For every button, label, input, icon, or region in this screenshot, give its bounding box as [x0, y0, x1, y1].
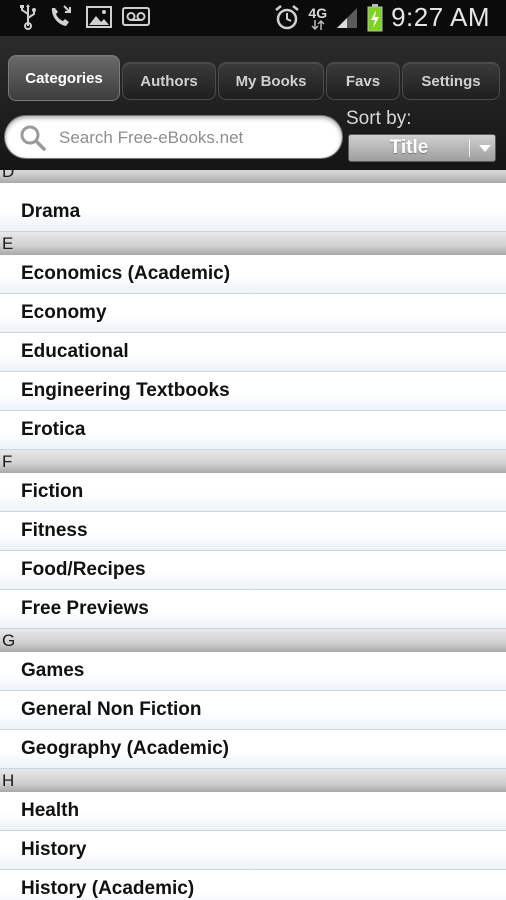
- alarm-icon: [274, 4, 300, 32]
- section-header: H: [0, 769, 506, 792]
- gallery-icon: [86, 4, 112, 30]
- tab-favs[interactable]: Favs: [326, 62, 400, 100]
- list-item[interactable]: Economics (Academic): [0, 255, 506, 294]
- list-item[interactable]: General Non Fiction: [0, 691, 506, 730]
- list-item[interactable]: Health: [0, 792, 506, 831]
- app-header: Categories Authors My Books Favs Setting…: [0, 36, 506, 170]
- search-input[interactable]: [57, 124, 331, 152]
- sort-dropdown[interactable]: Title: [348, 134, 496, 162]
- tab-bar: Categories Authors My Books Favs Setting…: [8, 55, 502, 101]
- list-item[interactable]: Engineering Textbooks: [0, 372, 506, 411]
- usb-icon: [18, 4, 38, 30]
- list-item[interactable]: History: [0, 831, 506, 870]
- search-box[interactable]: [5, 116, 342, 158]
- sort-divider: [469, 139, 470, 157]
- list-item[interactable]: Fiction: [0, 473, 506, 512]
- tab-my-books[interactable]: My Books: [218, 62, 324, 100]
- missed-call-icon: [48, 4, 76, 30]
- list-item[interactable]: Free Previews: [0, 590, 506, 629]
- list-item[interactable]: Economy: [0, 294, 506, 333]
- list-item[interactable]: Educational: [0, 333, 506, 372]
- chevron-down-icon: [479, 145, 491, 152]
- status-bar: 4G 9:27 AM: [0, 0, 506, 36]
- sort-label: Sort by:: [346, 108, 412, 129]
- clock: 9:27 AM: [391, 2, 490, 32]
- list-item[interactable]: Drama: [0, 183, 506, 232]
- tab-categories[interactable]: Categories: [8, 55, 120, 101]
- signal-icon: [335, 6, 359, 30]
- battery-charging-icon: [367, 3, 383, 32]
- sort-selected-value: Title: [389, 137, 429, 158]
- tab-authors[interactable]: Authors: [122, 62, 216, 100]
- list-item[interactable]: Food/Recipes: [0, 551, 506, 590]
- tab-settings[interactable]: Settings: [402, 62, 500, 100]
- list-item[interactable]: Games: [0, 652, 506, 691]
- section-header: E: [0, 232, 506, 255]
- section-header: G: [0, 629, 506, 652]
- voicemail-icon: [122, 4, 150, 30]
- search-icon: [19, 124, 47, 157]
- section-header: D: [0, 170, 506, 183]
- list-item[interactable]: Erotica: [0, 411, 506, 450]
- list-item[interactable]: Fitness: [0, 512, 506, 551]
- list-item[interactable]: History (Academic): [0, 870, 506, 900]
- list-item[interactable]: Geography (Academic): [0, 730, 506, 769]
- section-header: F: [0, 450, 506, 473]
- category-list[interactable]: D Drama E Economics (Academic) Economy E…: [0, 170, 506, 900]
- network-4g-icon: 4G: [308, 6, 327, 30]
